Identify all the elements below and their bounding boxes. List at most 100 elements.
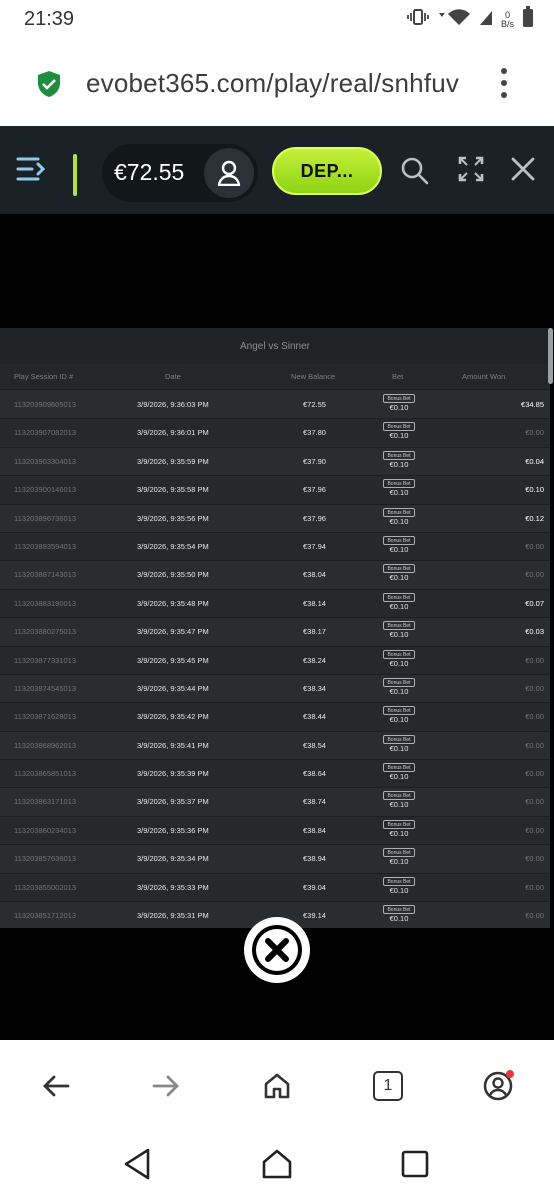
balance-cell: €72.55 — [303, 400, 326, 409]
bet-value: €0.10 — [389, 885, 409, 895]
bonus-bet-badge: Bonus Bet — [383, 876, 415, 886]
bet-value: €0.10 — [389, 914, 409, 924]
table-row: 113203860234013 3/9/2026, 9:35:36 PM €38.8… — [0, 816, 550, 846]
deposit-button[interactable]: DEP... — [272, 147, 382, 195]
date-cell: 3/9/2026, 9:36:01 PM — [137, 428, 209, 438]
date-cell: 3/9/2026, 9:35:39 PM — [137, 769, 209, 779]
amount-won-cell: €34.85 — [521, 400, 544, 409]
bonus-bet-badge: Bonus Bet — [383, 905, 415, 915]
amount-won-cell: €0.00 — [525, 683, 544, 693]
balance-amount: €72.55 — [114, 159, 185, 185]
bet-value: €0.10 — [389, 601, 409, 611]
bet-cell: Bonus Bet €0.10 — [383, 817, 415, 845]
balance-cell: €38.14 — [303, 598, 326, 608]
bet-value: €0.10 — [389, 686, 409, 696]
amount-won-cell: €0.00 — [525, 712, 544, 722]
amount-won-cell: €0.00 — [525, 825, 544, 835]
amount-won-cell: €0.10 — [525, 485, 544, 495]
bonus-bet-badge: Bonus Bet — [383, 791, 415, 801]
session-id-cell: 113203883190013 — [14, 598, 77, 608]
user-icon[interactable] — [204, 148, 254, 198]
bonus-bet-badge: Bonus Bet — [383, 677, 415, 687]
balance-cell: €39.14 — [303, 911, 326, 921]
amount-won-cell: €0.00 — [525, 541, 544, 551]
balance-cell: €37.96 — [303, 485, 326, 495]
bet-value: €0.10 — [389, 800, 409, 810]
date-cell: 3/9/2026, 9:35:37 PM — [137, 797, 209, 807]
table-row: 113203857636013 3/9/2026, 9:35:34 PM €38.9… — [0, 845, 550, 874]
fullscreen-icon[interactable] — [458, 156, 484, 187]
bet-value: €0.10 — [389, 573, 409, 583]
search-icon[interactable] — [400, 156, 430, 191]
date-cell: 3/9/2026, 9:35:48 PM — [137, 598, 209, 608]
bonus-bet-badge: Bonus Bet — [383, 394, 415, 403]
menu-collapse-icon[interactable] — [16, 156, 46, 187]
balance-cell: €38.74 — [303, 797, 326, 807]
bonus-bet-badge: Bonus Bet — [383, 734, 415, 744]
bonus-bet-badge: Bonus Bet — [383, 564, 415, 574]
bonus-bet-badge: Bonus Bet — [383, 763, 415, 773]
session-id-cell: 113203909605013 — [14, 400, 77, 409]
bet-cell: Bonus Bet €0.10 — [383, 874, 415, 902]
system-recents-icon[interactable] — [397, 1146, 433, 1182]
tabs-icon[interactable]: 1 — [368, 1066, 408, 1106]
date-cell: 3/9/2026, 9:35:45 PM — [137, 655, 209, 665]
bet-cell: Bonus Bet €0.10 — [383, 590, 415, 618]
bet-value: €0.10 — [389, 459, 409, 469]
session-id-cell: 113203855002013 — [14, 882, 77, 892]
bonus-bet-badge: Bonus Bet — [383, 848, 415, 858]
back-arrow-icon[interactable] — [36, 1066, 76, 1106]
forward-arrow-icon[interactable] — [146, 1066, 186, 1106]
system-home-icon[interactable] — [259, 1146, 295, 1182]
bet-value: €0.10 — [389, 516, 409, 526]
bet-value: €0.10 — [389, 715, 409, 725]
session-id-cell: 113203893594013 — [14, 541, 77, 551]
bonus-bet-badge: Bonus Bet — [383, 535, 415, 545]
session-id-cell: 113203896736013 — [14, 513, 77, 523]
date-cell: 3/9/2026, 9:35:34 PM — [137, 854, 209, 864]
system-nav-bar — [0, 1130, 554, 1200]
bet-cell: Bonus Bet €0.10 — [383, 788, 415, 816]
amount-won-cell: €0.12 — [525, 513, 544, 523]
scrollbar[interactable] — [548, 328, 553, 384]
balance-pill[interactable]: €72.55 — [102, 144, 258, 202]
date-cell: 3/9/2026, 9:35:58 PM — [137, 485, 209, 495]
bet-cell: Bonus Bet €0.10 — [383, 391, 415, 419]
url-field[interactable]: evobet365.com/play/real/snhfuv — [86, 68, 470, 99]
close-icon[interactable] — [510, 156, 536, 187]
balance-cell: €39.04 — [303, 882, 326, 892]
balance-cell: €37.90 — [303, 456, 326, 466]
shield-check-icon[interactable] — [36, 70, 62, 103]
browser-bottom-nav: 1 — [0, 1040, 554, 1130]
session-id-cell: 113203877331013 — [14, 655, 77, 665]
table-row: 113203865851013 3/9/2026, 9:35:39 PM €38.6… — [0, 760, 550, 789]
table-row: 113203900146013 3/9/2026, 9:35:58 PM €37.9… — [0, 476, 550, 505]
signal-icon — [479, 8, 493, 31]
date-cell: 3/9/2026, 9:35:44 PM — [137, 683, 209, 693]
table-row: 113203880275013 3/9/2026, 9:35:47 PM €38.1… — [0, 618, 550, 647]
wifi-icon — [437, 7, 471, 32]
bet-value: €0.10 — [389, 743, 409, 753]
balance-cell: €37.96 — [303, 513, 326, 523]
balance-cell: €38.24 — [303, 655, 326, 665]
balance-cell: €38.94 — [303, 854, 326, 864]
home-icon[interactable] — [257, 1066, 297, 1106]
table-row: 113203868962013 3/9/2026, 9:35:41 PM €38.5… — [0, 731, 550, 761]
bonus-bet-badge: Bonus Bet — [383, 649, 415, 659]
account-icon[interactable] — [478, 1066, 518, 1106]
session-id-cell: 113203860234013 — [14, 825, 77, 835]
bet-value: €0.10 — [389, 828, 409, 838]
date-cell: 3/9/2026, 9:35:41 PM — [137, 740, 209, 750]
bonus-bet-badge: Bonus Bet — [383, 621, 415, 631]
table-row: 113203907082013 3/9/2026, 9:36:01 PM €37.8… — [0, 419, 550, 448]
bet-cell: Bonus Bet €0.10 — [383, 419, 415, 447]
system-back-icon[interactable] — [120, 1146, 156, 1182]
more-vert-icon[interactable] — [494, 68, 514, 98]
bet-cell: Bonus Bet €0.10 — [383, 902, 415, 928]
bonus-bet-badge: Bonus Bet — [383, 819, 415, 829]
session-id-cell: 113203907082013 — [14, 428, 77, 438]
date-cell: 3/9/2026, 9:35:47 PM — [137, 627, 209, 637]
close-overlay-button[interactable] — [244, 917, 310, 983]
amount-won-cell: €0.07 — [525, 598, 544, 608]
bet-value: €0.10 — [389, 630, 409, 640]
